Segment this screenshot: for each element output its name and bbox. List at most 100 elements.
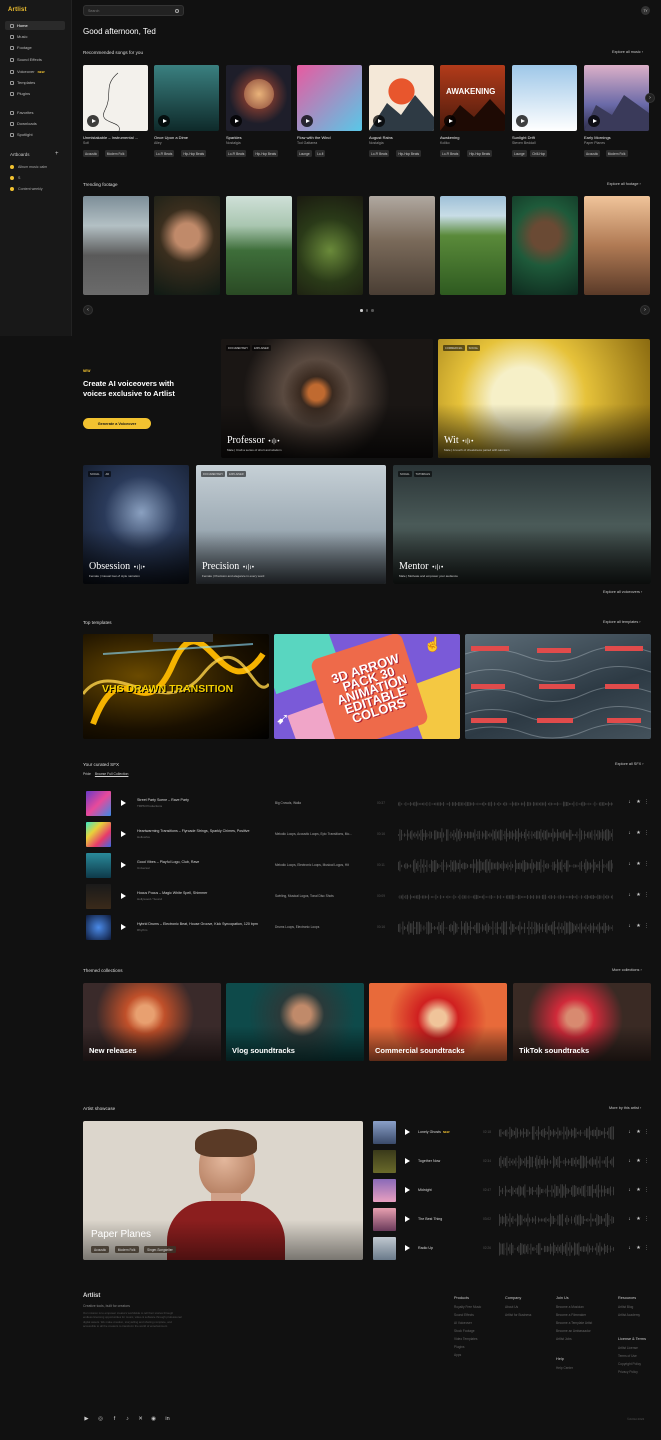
voice-card-precision[interactable]: DOCUMENTARY EXPLAINER Precision •ı|ı• Female…: [196, 465, 386, 584]
star-icon[interactable]: ★: [636, 924, 641, 929]
genre-tag[interactable]: Lo-fi: [315, 150, 326, 157]
more-icon[interactable]: ⋮: [644, 924, 649, 929]
songs-next-button[interactable]: ›: [645, 93, 655, 103]
sidebar-item-plugins[interactable]: Plugins: [5, 89, 65, 98]
artist-track-row[interactable]: Together Now 02:34 ↓ ★ ⋮: [373, 1150, 651, 1174]
footage-card[interactable]: [369, 196, 435, 295]
waveform[interactable]: [398, 921, 614, 935]
play-button[interactable]: [301, 115, 313, 127]
footer-link[interactable]: Artlist Jobs: [556, 1337, 592, 1345]
star-icon[interactable]: ★: [636, 1188, 641, 1193]
play-icon[interactable]: [405, 1129, 410, 1135]
more-icon[interactable]: ⋮: [644, 862, 649, 867]
more-icon[interactable]: ⋮: [644, 831, 649, 836]
footer-link[interactable]: Sound Effects: [454, 1313, 481, 1321]
star-icon[interactable]: ★: [636, 1246, 641, 1251]
play-button[interactable]: [444, 115, 456, 127]
collection-card[interactable]: Vlog soundtracks: [226, 983, 364, 1061]
artboard-item[interactable]: S: [10, 174, 65, 182]
play-button[interactable]: [87, 115, 99, 127]
more-icon[interactable]: ⋮: [644, 1188, 649, 1193]
waveform[interactable]: [499, 1126, 614, 1140]
footage-card[interactable]: [226, 196, 292, 295]
waveform[interactable]: [499, 1242, 614, 1256]
sidebar-item-music[interactable]: Music: [5, 32, 65, 41]
collection-card[interactable]: Commercial soundtracks: [369, 983, 507, 1061]
sfx-row[interactable]: Heartwarming Transitions – Flyrcade Stri…: [86, 822, 651, 848]
footage-card[interactable]: [512, 196, 578, 295]
song-artist[interactable]: Tod Gattarea: [297, 141, 317, 145]
spotify-icon[interactable]: ◉: [150, 1415, 157, 1422]
play-icon[interactable]: [405, 1158, 410, 1164]
download-icon[interactable]: ↓: [627, 862, 632, 867]
play-icon[interactable]: [121, 831, 126, 837]
more-icon[interactable]: ⋮: [644, 1130, 649, 1135]
instagram-icon[interactable]: ◎: [97, 1415, 104, 1422]
more-icon[interactable]: ⋮: [644, 1217, 649, 1222]
waveform[interactable]: [398, 859, 614, 873]
artboard-item[interactable]: Content weekly: [10, 185, 65, 193]
footer-link[interactable]: Become a Musician: [556, 1305, 592, 1313]
footer-link[interactable]: Copyright Policy: [618, 1362, 646, 1370]
tiktok-icon[interactable]: ♪: [124, 1415, 131, 1422]
x-icon[interactable]: ✕: [137, 1415, 144, 1422]
browse-collection-link[interactable]: Browse Full Collection: [95, 772, 129, 776]
play-button[interactable]: [516, 115, 528, 127]
play-icon[interactable]: [121, 893, 126, 899]
sfx-row[interactable]: Hocus Pocus – Magic White Spell, Shimmer…: [86, 884, 651, 910]
footage-next-button[interactable]: ›: [640, 305, 650, 315]
footer-link[interactable]: Privacy Policy: [618, 1370, 646, 1378]
footer-link[interactable]: Video Templates: [454, 1337, 481, 1345]
sfx-row[interactable]: Street Party Scene – Rave Party TRPM Prod…: [86, 791, 651, 817]
artist-genre-tag[interactable]: Acoustic: [91, 1246, 110, 1253]
song-artist[interactable]: Koliko: [440, 141, 450, 145]
voice-card-professor[interactable]: DOCUMENTARY EXPLAINER Professor •ı|ı• Male |…: [221, 339, 433, 458]
footer-link[interactable]: Artlist Academy: [618, 1313, 640, 1321]
artist-track-row[interactable]: Lonely Ghosts NEW 02:18 ↓ ★ ⋮: [373, 1121, 651, 1145]
song-name[interactable]: Sparkles: [226, 135, 292, 140]
footer-link[interactable]: Plugins: [454, 1345, 481, 1353]
footer-link[interactable]: Become a Template Artist: [556, 1321, 592, 1329]
explore-music-link[interactable]: Explore all music ›: [612, 50, 643, 54]
sidebar-item-sound-effects[interactable]: Sound Effects: [5, 55, 65, 64]
download-icon[interactable]: ↓: [627, 924, 632, 929]
artist-track-row[interactable]: Midnight 02:47 ↓ ★ ⋮: [373, 1179, 651, 1203]
facebook-icon[interactable]: f: [111, 1415, 118, 1422]
footer-link[interactable]: AI Voiceover: [454, 1321, 481, 1329]
song-card[interactable]: [154, 65, 219, 131]
play-icon[interactable]: [121, 800, 126, 806]
star-icon[interactable]: ★: [636, 1159, 641, 1164]
genre-tag[interactable]: Lo-Fi Beats: [154, 150, 175, 157]
song-artist[interactable]: Alley: [154, 141, 162, 145]
footer-link[interactable]: Become a Filmmaker: [556, 1313, 592, 1321]
sidebar-item-voiceover[interactable]: Voiceover NEW: [5, 67, 65, 76]
download-icon[interactable]: ↓: [627, 1217, 632, 1222]
footer-link[interactable]: Terms of Use: [618, 1354, 646, 1362]
play-button[interactable]: [230, 115, 242, 127]
waveform[interactable]: [398, 797, 614, 811]
sidebar-item-home[interactable]: Home: [5, 21, 65, 30]
template-card-lower-thirds[interactable]: [465, 634, 651, 739]
artist-track-row[interactable]: Radio Up 02:26 ↓ ★ ⋮: [373, 1237, 651, 1261]
download-icon[interactable]: ↓: [627, 893, 632, 898]
explore-footage-link[interactable]: Explore all footage ›: [607, 182, 641, 186]
footage-card[interactable]: [584, 196, 650, 295]
artist-hero[interactable]: Paper Planes Acoustic Modern Folk Singer-S…: [83, 1121, 363, 1260]
song-card[interactable]: [83, 65, 148, 131]
footer-link[interactable]: Artlist for Business: [505, 1313, 531, 1321]
play-icon[interactable]: [405, 1187, 410, 1193]
song-card[interactable]: [369, 65, 434, 131]
waveform[interactable]: [499, 1155, 614, 1169]
footer-link[interactable]: Artlist Blog: [618, 1305, 640, 1313]
star-icon[interactable]: ★: [636, 862, 641, 867]
footage-prev-button[interactable]: ‹: [83, 305, 93, 315]
youtube-icon[interactable]: ▶: [83, 1415, 90, 1422]
explore-voiceovers-link[interactable]: Explore all voiceovers ›: [603, 590, 642, 594]
play-button[interactable]: [588, 115, 600, 127]
song-artist[interactable]: Steven Beddall: [512, 141, 536, 145]
waveform[interactable]: [499, 1213, 614, 1227]
song-name[interactable]: Flow with the Wind: [297, 135, 363, 140]
waveform[interactable]: [499, 1184, 614, 1198]
download-icon[interactable]: ↓: [627, 1246, 632, 1251]
genre-tag[interactable]: Modern Folk: [605, 150, 628, 157]
